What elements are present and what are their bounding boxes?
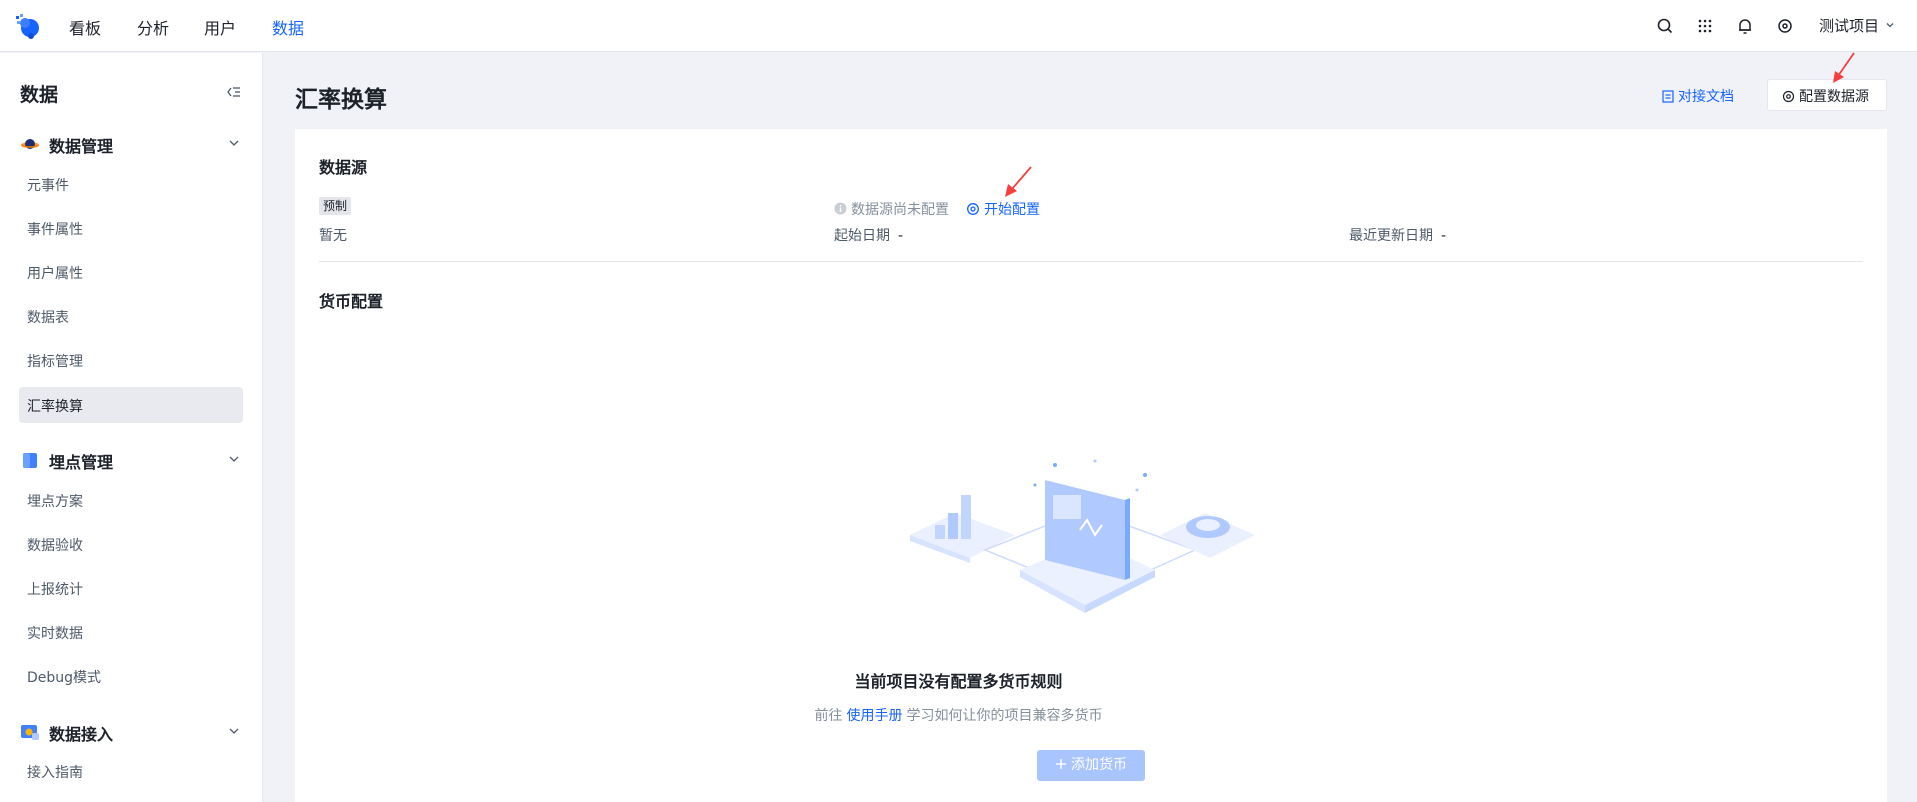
gear-icon xyxy=(1782,90,1795,103)
collapse-sidebar-icon[interactable] xyxy=(226,84,242,100)
sidebar-item-user-properties[interactable]: 用户属性 xyxy=(19,254,243,290)
bell-icon[interactable] xyxy=(1735,16,1755,36)
datasource-status-label: 数据源尚未配置 xyxy=(851,202,949,218)
nav-item-dashboard[interactable]: 看板 xyxy=(69,15,101,39)
project-selector[interactable]: 测试项目 xyxy=(1819,15,1896,36)
datasource-section-title: 数据源 xyxy=(319,158,368,177)
sidebar-group-data-management[interactable]: 数据管理 xyxy=(20,133,242,156)
preset-tag: 预制 xyxy=(319,197,352,215)
start-config-link[interactable]: 开始配置 xyxy=(966,199,1040,219)
datasource-empty-text: 暂无 xyxy=(319,228,347,244)
project-name: 测试项目 xyxy=(1819,17,1880,35)
add-currency-label: 添加货币 xyxy=(1071,757,1127,773)
empty-state-illustration xyxy=(910,459,1255,613)
integration-docs-link[interactable]: 对接文档 xyxy=(1662,86,1734,106)
gear-icon xyxy=(967,203,979,215)
configure-datasource-button[interactable]: 配置数据源 xyxy=(1767,79,1887,111)
sidebar-title: 数据 xyxy=(20,84,59,106)
top-navigation-bar: 看板 分析 用户 数据 测试项目 xyxy=(0,0,1917,52)
integration-docs-label: 对接文档 xyxy=(1678,89,1734,105)
info-icon xyxy=(834,202,847,215)
apps-grid-icon[interactable] xyxy=(1695,16,1715,36)
page-title: 汇率换算 xyxy=(295,87,387,113)
chevron-down-icon xyxy=(229,728,239,734)
data-access-icon xyxy=(21,725,39,740)
configure-datasource-label: 配置数据源 xyxy=(1799,89,1869,105)
nav-item-analysis[interactable]: 分析 xyxy=(137,15,169,39)
start-date: 起始日期 - xyxy=(834,225,903,245)
chevron-down-icon xyxy=(1886,23,1894,28)
empty-state-title: 当前项目没有配置多货币规则 xyxy=(854,672,1063,691)
settings-icon[interactable] xyxy=(1775,16,1795,36)
nav-item-users[interactable]: 用户 xyxy=(204,15,236,39)
add-currency-button[interactable]: 添加货币 xyxy=(1037,750,1145,781)
sidebar-item-event-properties[interactable]: 事件属性 xyxy=(19,210,243,246)
empty-state-description: 前往 使用手册 学习如何让你的项目兼容多货币 xyxy=(0,705,1917,725)
annotation-arrow-icon xyxy=(1005,166,1032,197)
sidebar-group-label: 埋点管理 xyxy=(49,453,114,472)
currency-section-title: 货币配置 xyxy=(319,292,384,311)
last-updated-value: - xyxy=(1441,228,1447,244)
planet-icon xyxy=(20,139,40,149)
sidebar-item-data-tables[interactable]: 数据表 xyxy=(19,298,243,334)
sidebar-item-exchange-rate[interactable]: 汇率换算 xyxy=(19,387,243,423)
user-manual-link[interactable]: 使用手册 xyxy=(847,708,903,724)
nav-item-data[interactable]: 数据 xyxy=(272,15,304,39)
plus-icon xyxy=(1056,759,1066,769)
last-updated-date: 最近更新日期 - xyxy=(1349,225,1446,245)
sidebar-item-data-acceptance[interactable]: 数据验收 xyxy=(19,526,243,562)
document-icon xyxy=(1662,90,1674,103)
cube-icon xyxy=(23,453,37,468)
annotation-arrow-icon xyxy=(1833,52,1855,83)
start-config-label: 开始配置 xyxy=(984,202,1040,218)
sidebar-item-realtime-data[interactable]: 实时数据 xyxy=(19,614,243,650)
last-updated-label: 最近更新日期 xyxy=(1349,228,1433,244)
search-icon[interactable] xyxy=(1655,16,1675,36)
sidebar-group-tracking[interactable]: 埋点管理 xyxy=(20,449,242,472)
section-divider xyxy=(319,261,1863,262)
empty-state-suffix: 学习如何让你的项目兼容多货币 xyxy=(906,708,1103,724)
sidebar-group-label: 数据管理 xyxy=(49,137,114,156)
datasource-status: 数据源尚未配置 xyxy=(834,199,949,219)
start-date-label: 起始日期 xyxy=(834,228,890,244)
app-logo-icon[interactable] xyxy=(14,12,42,40)
start-date-value: - xyxy=(898,228,904,244)
sidebar-item-report-stats[interactable]: 上报统计 xyxy=(19,570,243,606)
chevron-down-icon xyxy=(229,140,239,146)
sidebar-item-access-guide[interactable]: 接入指南 xyxy=(19,753,243,789)
empty-state-prefix: 前往 xyxy=(814,708,843,724)
chevron-down-icon xyxy=(229,456,239,462)
sidebar-item-metrics[interactable]: 指标管理 xyxy=(19,342,243,378)
sidebar-item-meta-events[interactable]: 元事件 xyxy=(19,166,243,202)
sidebar-item-tracking-plan[interactable]: 埋点方案 xyxy=(19,482,243,518)
